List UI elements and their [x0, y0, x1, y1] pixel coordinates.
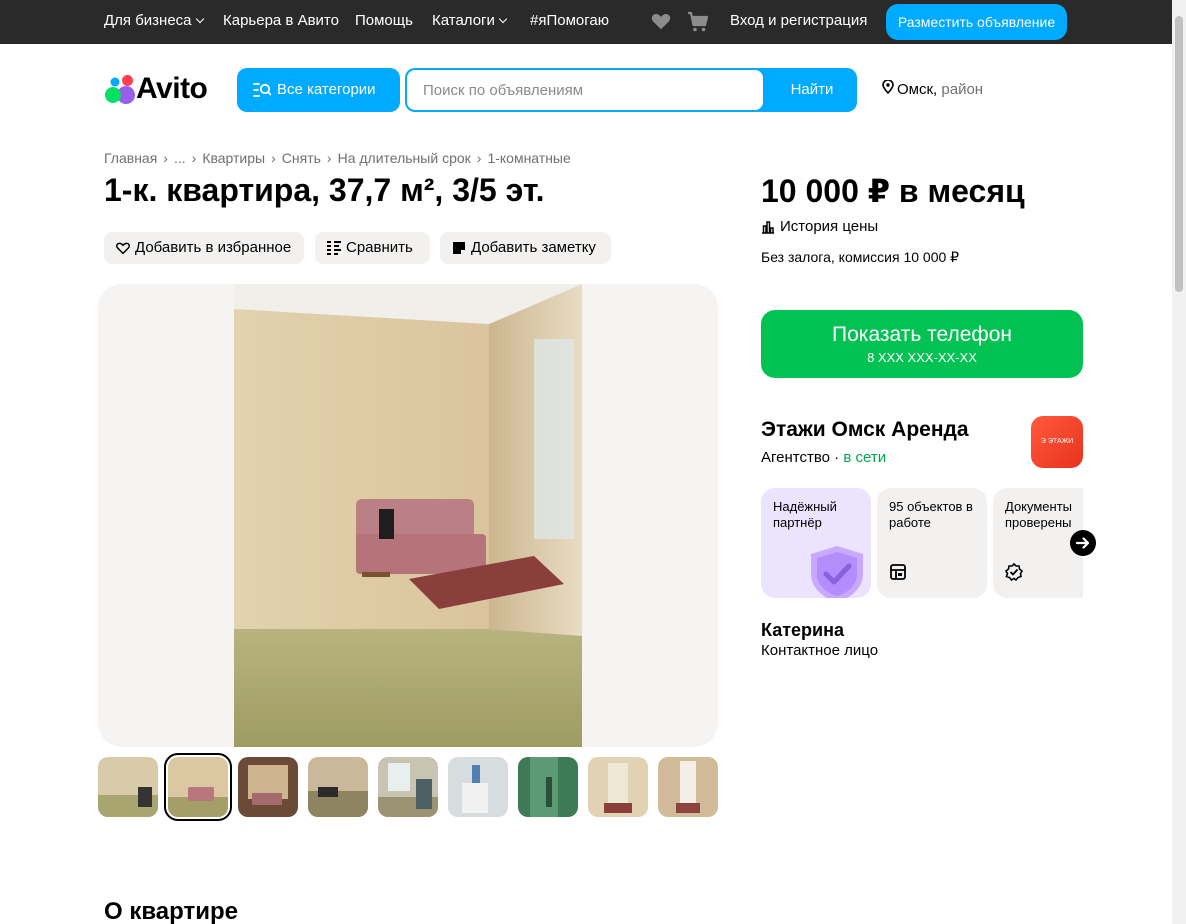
thumbnail[interactable]: [448, 757, 508, 817]
breadcrumb-item[interactable]: На длительный срок: [338, 150, 471, 166]
post-ad-button[interactable]: Разместить объявление: [886, 4, 1067, 40]
price-history-link[interactable]: История цены: [761, 218, 878, 235]
search-input[interactable]: [407, 70, 763, 110]
breadcrumb-item[interactable]: ...: [174, 150, 186, 166]
breadcrumb-separator-icon: ›: [163, 150, 168, 166]
business-menu[interactable]: Для бизнеса: [104, 12, 204, 29]
location-selector[interactable]: Омск, район: [882, 79, 984, 98]
search-bar: Найти: [405, 68, 857, 112]
career-link[interactable]: Карьера в Авито: [223, 12, 339, 29]
all-categories-label: Все категории: [277, 81, 376, 98]
scrollbar[interactable]: [1172, 0, 1186, 924]
badge-objects-in-work[interactable]: 95 объектов в работе: [877, 488, 987, 598]
login-link[interactable]: Вход и регистрация: [730, 12, 867, 29]
top-navigation-bar: Для бизнеса Карьера в Авито Помощь Катал…: [0, 0, 1172, 44]
location-city: Омск,: [897, 81, 938, 98]
seller-type: Агентство · в сети: [761, 449, 887, 466]
thumbnail[interactable]: [238, 757, 298, 817]
cart-icon[interactable]: [686, 10, 710, 39]
photo-gallery[interactable]: [98, 284, 718, 747]
breadcrumb-separator-icon: ›: [476, 150, 482, 166]
badge-label: Надёжный партнёр: [773, 499, 837, 530]
compare-icon: [327, 241, 341, 255]
deposit-info: Без залога, комиссия 10 000 ₽: [761, 249, 960, 265]
breadcrumb-separator-icon: ›: [191, 150, 197, 166]
price: 10 000 ₽ в месяц: [761, 173, 1025, 209]
contact-name: Катерина: [761, 620, 844, 640]
thumbnail[interactable]: [588, 757, 648, 817]
categories-search-icon: [253, 83, 271, 97]
breadcrumb-item[interactable]: Главная: [104, 150, 157, 166]
breadcrumb-item[interactable]: Квартиры: [202, 150, 265, 166]
shield-check-icon: [811, 546, 863, 598]
about-apartment-heading: О квартире: [104, 898, 238, 924]
seller-name[interactable]: Этажи Омск Аренда: [761, 418, 969, 442]
note-icon: [453, 242, 465, 254]
contact-role: Контактное лицо: [761, 642, 879, 659]
thumbnail[interactable]: [518, 757, 578, 817]
add-to-favorites-button[interactable]: Добавить в избранное: [104, 232, 304, 264]
chevron-down-icon: [195, 14, 204, 24]
favorites-heart-icon[interactable]: [650, 10, 672, 37]
show-phone-button[interactable]: Показать телефон 8 XXX XXX-XX-XX: [761, 310, 1083, 378]
add-note-button[interactable]: Добавить заметку: [440, 232, 611, 264]
verified-icon: [1005, 563, 1023, 581]
arrow-right-icon: [1075, 537, 1090, 549]
compare-label: Сравнить: [346, 239, 413, 256]
badge-reliable-partner[interactable]: Надёжный партнёр: [761, 488, 871, 598]
breadcrumb: Главная ›... › Квартиры › Снять › На длительный…: [104, 150, 571, 166]
badge-label: Документы проверены: [1005, 499, 1073, 530]
catalogs-menu-label: Каталоги: [432, 12, 495, 29]
location-pin-icon: [882, 79, 894, 95]
thumbnail[interactable]: [98, 757, 158, 817]
badges-next-button[interactable]: [1070, 530, 1096, 556]
thumbnail[interactable]: [308, 757, 368, 817]
breadcrumb-separator-icon: ›: [271, 150, 276, 166]
chevron-down-icon: [498, 14, 508, 24]
help-link[interactable]: Помощь: [355, 12, 413, 29]
help-tag-link[interactable]: #яПомогаю: [530, 12, 609, 29]
show-phone-label: Показать телефон: [832, 323, 1012, 346]
seller-badges: Надёжный партнёр 95 объектов в работе До…: [761, 488, 1083, 598]
thumbnail[interactable]: [378, 757, 438, 817]
price-history-label: История цены: [780, 218, 879, 235]
thumbnail-active[interactable]: [164, 753, 232, 821]
all-categories-button[interactable]: Все категории: [237, 68, 400, 112]
location-district: район: [941, 81, 984, 98]
scrollbar-thumb[interactable]: [1175, 16, 1183, 292]
seller-type-label: Агентство: [761, 449, 830, 466]
catalogs-menu[interactable]: Каталоги: [432, 12, 508, 29]
add-note-label: Добавить заметку: [471, 239, 596, 256]
logo-wordmark: Avito: [136, 72, 208, 105]
breadcrumb-item[interactable]: Снять: [282, 150, 321, 166]
listing-icon: [890, 564, 906, 580]
breadcrumb-separator-icon: ›: [326, 150, 332, 166]
business-menu-label: Для бизнеса: [104, 12, 192, 29]
thumbnail[interactable]: [658, 757, 718, 817]
bar-chart-icon: [762, 221, 774, 234]
avito-logo-icon: [105, 75, 135, 104]
compare-button[interactable]: Сравнить: [315, 232, 430, 264]
breadcrumb-item[interactable]: 1-комнатные: [487, 150, 570, 166]
heart-outline-icon: [116, 242, 130, 255]
search-button[interactable]: Найти: [767, 68, 857, 112]
masked-phone-number: 8 XXX XXX-XX-XX: [867, 350, 977, 365]
online-status: в сети: [843, 449, 887, 466]
main-apartment-photo[interactable]: [234, 284, 582, 747]
badge-label: 95 объектов в работе: [889, 499, 973, 530]
seller-logo[interactable]: Э ЭТАЖИ: [1031, 416, 1083, 468]
page-title: 1-к. квартира, 37,7 м², 3/5 эт.: [104, 172, 545, 208]
add-to-favorites-label: Добавить в избранное: [135, 239, 292, 256]
